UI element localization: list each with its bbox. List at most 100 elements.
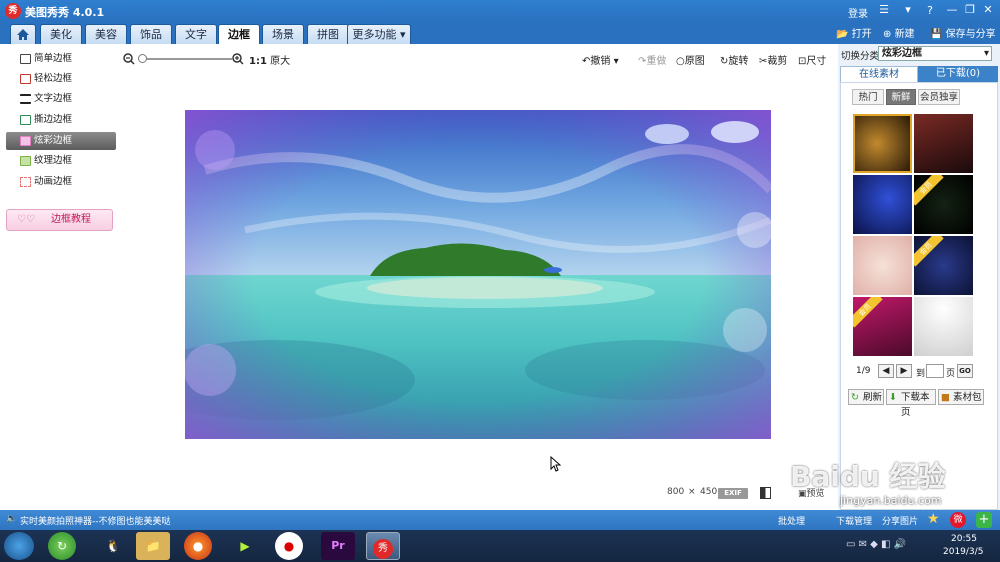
star-icon[interactable]: ★ — [927, 511, 940, 527]
category-selected-value: 炫彩边框 — [882, 48, 922, 59]
subtab-new[interactable]: 新鲜 — [886, 89, 916, 105]
premiere-icon[interactable]: Pr — [321, 532, 355, 560]
material-thumb[interactable] — [853, 114, 912, 173]
status-bar: 🔈 实时美颜拍照神器--不修图也能美美哒 批处理 下载管理 分享图片 ★ 微 + — [0, 510, 1000, 530]
clock-time[interactable]: 20:55 — [951, 534, 977, 544]
resize-button[interactable]: ⊡尺寸 — [798, 52, 826, 67]
page-indicator: 1/9 — [856, 366, 871, 376]
tab-collage[interactable]: 拼图 — [307, 24, 349, 44]
help-icon[interactable]: ? — [922, 3, 938, 17]
download-page-button[interactable]: ⬇ 下载本页 — [886, 389, 936, 418]
torn-frame-icon — [20, 115, 31, 125]
zoom-original-label: 原大 — [270, 56, 291, 67]
frame-tutorial-button[interactable]: ♡♡ 边框教程 — [6, 209, 113, 231]
frame-item-torn[interactable]: 撕边边框 — [6, 111, 116, 129]
material-panel: 切换分类 炫彩边框 ▾ 在线素材 已下载(0) 热门 新鲜 会员独享 会员 会员… — [838, 44, 1000, 510]
media-app-icon[interactable]: ▶ — [228, 532, 262, 560]
next-page-button[interactable]: ▶ — [896, 364, 912, 378]
batch-process-link[interactable]: 批处理 — [778, 514, 805, 527]
frame-item-simple[interactable]: 简单边框 — [6, 50, 116, 68]
recorder-icon[interactable]: ● — [275, 532, 303, 560]
tab-scene[interactable]: 场景 — [262, 24, 304, 44]
exif-button[interactable]: EXIF — [718, 488, 748, 499]
frame-item-text[interactable]: 文字边框 — [6, 90, 116, 108]
qq-icon[interactable]: 🐧 — [96, 532, 130, 560]
undo-button[interactable]: ↶撤销 ▾ — [582, 52, 619, 67]
folder-icon[interactable]: 📁 — [136, 532, 170, 560]
tab-beauty[interactable]: 美容 — [85, 24, 127, 44]
save-share-button[interactable]: 💾 保存与分享 — [930, 25, 996, 40]
material-thumb[interactable]: 会员 — [914, 175, 973, 234]
redo-button[interactable]: ↷重做 — [638, 52, 666, 67]
original-button[interactable]: ○原图 — [676, 52, 705, 67]
frame-item-colorful[interactable]: 炫彩边框 — [6, 132, 116, 150]
refresh-button[interactable]: ↻ 刷新 — [848, 389, 884, 405]
frame-item-animated[interactable]: 动画边框 — [6, 173, 116, 191]
ticker-text[interactable]: 实时美颜拍照神器--不修图也能美美哒 — [20, 514, 171, 527]
refresh-icon: ↻ — [851, 392, 859, 403]
open-button[interactable]: 📂 打开 — [836, 25, 872, 40]
island-photo-image — [185, 110, 771, 439]
download-manager-link[interactable]: 下载管理 — [836, 514, 872, 527]
actual-size-button[interactable]: 1:1 原大 — [249, 52, 290, 67]
subtab-vip[interactable]: 会员独享 — [918, 89, 960, 105]
zoom-in-icon[interactable] — [232, 53, 244, 65]
meitu-taskbar-icon[interactable]: 秀 — [366, 532, 400, 560]
material-thumb[interactable]: 会员 — [914, 236, 973, 295]
skin-icon[interactable]: ☰ — [876, 3, 892, 17]
material-thumb[interactable] — [853, 236, 912, 295]
open-label: 打开 — [851, 29, 872, 40]
frame-item-texture[interactable]: 纹理边框 — [6, 152, 116, 170]
plus-icon[interactable]: + — [976, 512, 992, 528]
tab-text[interactable]: 文字 — [175, 24, 217, 44]
clock-date[interactable]: 2019/3/5 — [943, 547, 983, 557]
easy-frame-icon — [20, 74, 31, 84]
maximize-icon[interactable]: ❐ — [962, 3, 978, 17]
share-image-link[interactable]: 分享图片 — [882, 514, 918, 527]
frame-item-label: 简单边框 — [34, 53, 73, 64]
app-title: 美图秀秀 4.0.1 — [25, 6, 105, 19]
page-number-input[interactable] — [926, 364, 944, 378]
frame-item-label: 文字边框 — [34, 93, 73, 104]
compare-icon[interactable] — [760, 487, 771, 499]
minimize-icon[interactable]: — — [944, 3, 960, 17]
menu-icon[interactable]: ▾ — [900, 3, 916, 17]
rotate-button[interactable]: ↻旋转 — [720, 52, 748, 67]
image-times-sign: × — [688, 487, 696, 497]
tab-more[interactable]: 更多功能 ▾ — [347, 24, 411, 44]
material-thumb[interactable] — [914, 114, 973, 173]
crop-button[interactable]: ✂裁剪 — [759, 52, 787, 67]
refresh-label: 刷新 — [863, 392, 883, 403]
image-width: 800 — [667, 487, 685, 497]
prev-page-button[interactable]: ◀ — [878, 364, 894, 378]
weibo-icon[interactable]: 微 — [950, 512, 966, 528]
home-tab[interactable] — [10, 24, 36, 44]
zoom-slider-handle[interactable] — [138, 54, 147, 63]
tray-icons[interactable]: ▭ ✉ ◆ ◧ 🔊 — [846, 539, 906, 550]
material-thumb[interactable] — [914, 297, 973, 356]
zoom-out-icon[interactable] — [123, 53, 135, 65]
download-icon: ⬇ — [889, 392, 897, 403]
tab-accessories[interactable]: 饰品 — [130, 24, 172, 44]
firefox-icon[interactable]: ● — [184, 532, 212, 560]
zoom-slider[interactable] — [138, 54, 232, 63]
tab-downloaded[interactable]: 已下载(0) — [918, 66, 998, 82]
new-button[interactable]: ⊕ 新建 — [883, 25, 915, 40]
edited-photo[interactable] — [185, 110, 771, 439]
green-app-icon[interactable]: ↻ — [48, 532, 76, 560]
tab-frame[interactable]: 边框 — [218, 24, 260, 44]
subtab-hot[interactable]: 热门 — [852, 89, 884, 105]
material-thumb[interactable]: 会员 — [853, 297, 912, 356]
material-thumb[interactable] — [853, 175, 912, 234]
close-icon[interactable]: ✕ — [980, 3, 996, 17]
material-pack-button[interactable]: ■ 素材包 — [938, 389, 984, 405]
new-label: 新建 — [894, 29, 915, 40]
category-select[interactable]: 炫彩边框 ▾ — [878, 46, 992, 61]
go-button[interactable]: GO — [957, 364, 973, 378]
login-link[interactable]: 登录 — [848, 5, 868, 20]
tab-online-materials[interactable]: 在线素材 — [840, 66, 918, 82]
package-icon: ■ — [941, 392, 950, 403]
frame-item-easy[interactable]: 轻松边框 — [6, 70, 116, 88]
start-button[interactable] — [4, 532, 34, 560]
tab-beautify[interactable]: 美化 — [40, 24, 82, 44]
